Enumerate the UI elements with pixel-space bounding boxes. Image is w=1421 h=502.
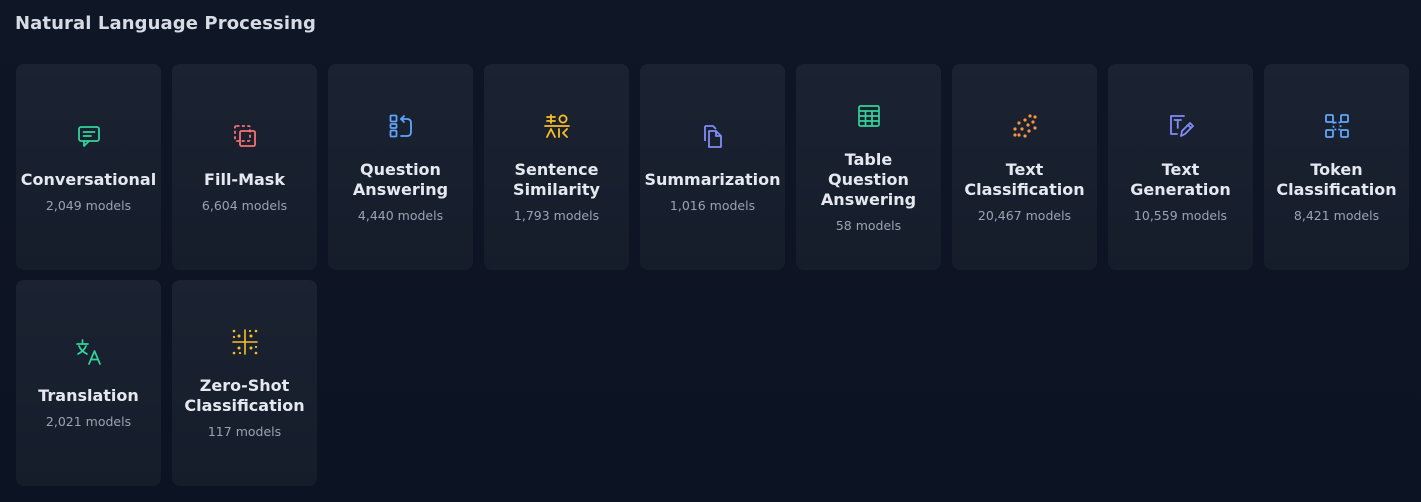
task-label: Translation [38, 385, 139, 405]
task-model-count: 20,467 models [977, 207, 1072, 223]
task-card-fill-mask[interactable]: Fill-Mask 6,604 models [172, 64, 317, 270]
task-model-count: 4,440 models [357, 207, 444, 223]
task-label: Zero-Shot Classification [184, 375, 305, 415]
task-label: Conversational [20, 169, 157, 189]
task-model-count: 2,049 models [45, 197, 132, 213]
task-label: Summarization [644, 169, 781, 189]
task-model-count: 8,421 models [1293, 207, 1380, 223]
task-label: Fill-Mask [204, 169, 285, 189]
task-card-table-question-answering[interactable]: Table Question Answering 58 models [796, 64, 941, 270]
fill-mask-icon [231, 122, 259, 150]
task-card-text-classification[interactable]: Text Classification 20,467 models [952, 64, 1097, 270]
sentence-similarity-icon [543, 112, 571, 140]
task-model-count: 58 models [835, 217, 902, 233]
text-pencil-icon [1167, 112, 1195, 140]
scatter-dots-icon [1011, 112, 1039, 140]
chat-bubble-icon [75, 122, 103, 150]
task-card-translation[interactable]: Translation 2,021 models [16, 280, 161, 486]
task-label: Sentence Similarity [513, 159, 600, 199]
task-model-count: 1,016 models [669, 197, 756, 213]
task-model-count: 10,559 models [1133, 207, 1228, 223]
section-title: Natural Language Processing [15, 13, 317, 34]
task-card-token-classification[interactable]: Token Classification 8,421 models [1264, 64, 1409, 270]
task-model-count: 6,604 models [201, 197, 288, 213]
table-icon [855, 102, 883, 130]
task-label: Question Answering [352, 159, 449, 199]
documents-icon [699, 122, 727, 150]
sparkle-grid-icon [231, 328, 259, 356]
task-model-count: 117 models [207, 423, 282, 439]
question-answering-icon [387, 112, 415, 140]
task-label: Token Classification [1276, 159, 1397, 199]
nlp-tasks-page: Natural Language Processing Conversation… [0, 0, 1421, 502]
task-card-question-answering[interactable]: Question Answering 4,440 models [328, 64, 473, 270]
translate-icon [75, 338, 103, 366]
token-blocks-icon [1323, 112, 1351, 140]
task-model-count: 1,793 models [513, 207, 600, 223]
task-card-sentence-similarity[interactable]: Sentence Similarity 1,793 models [484, 64, 629, 270]
task-label: Table Question Answering [820, 149, 917, 209]
task-card-summarization[interactable]: Summarization 1,016 models [640, 64, 785, 270]
task-label: Text Generation [1130, 159, 1231, 199]
task-card-conversational[interactable]: Conversational 2,049 models [16, 64, 161, 270]
task-card-text-generation[interactable]: Text Generation 10,559 models [1108, 64, 1253, 270]
task-model-count: 2,021 models [45, 413, 132, 429]
task-grid: Conversational 2,049 models Fill-Mask 6,… [16, 64, 1409, 486]
task-label: Text Classification [964, 159, 1085, 199]
task-card-zero-shot-classification[interactable]: Zero-Shot Classification 117 models [172, 280, 317, 486]
